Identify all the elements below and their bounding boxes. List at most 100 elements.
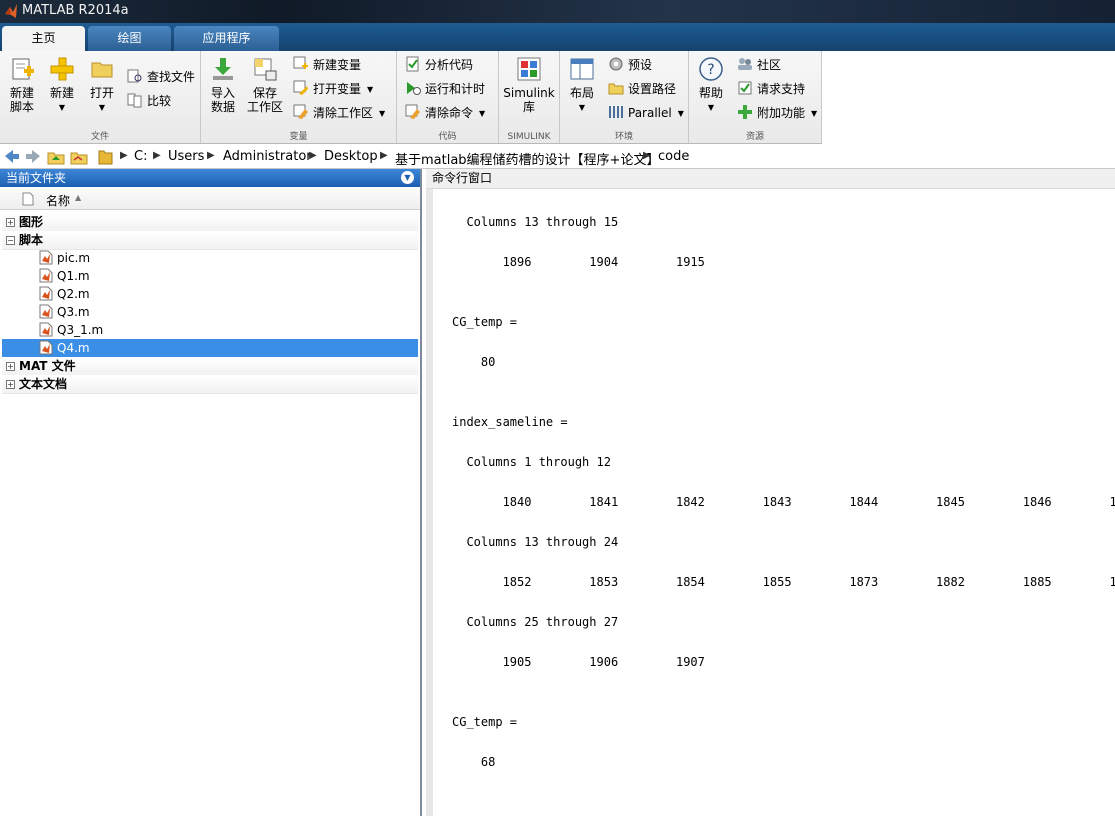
output-line: 1905 1906 1907 bbox=[452, 655, 705, 669]
output-line: CG_temp = bbox=[452, 315, 518, 329]
new-button[interactable]: 新建 ▼ bbox=[46, 56, 78, 115]
breadcrumb-project-folder[interactable]: 基于matlab编程储药槽的设计【程序+论文】 bbox=[395, 149, 659, 168]
breadcrumb-c-drive[interactable]: C: bbox=[134, 149, 147, 164]
clear-commands-icon bbox=[405, 104, 420, 119]
output-line: Columns 25 through 27 bbox=[452, 615, 619, 629]
clear-workspace-button[interactable]: 清除工作区 ▼ bbox=[293, 103, 385, 123]
tab-apps[interactable]: 应用程序 bbox=[174, 26, 279, 51]
parallel-button[interactable]: Parallel ▼ bbox=[608, 103, 684, 123]
parallel-label: Parallel bbox=[628, 106, 672, 120]
set-path-label: 设置路径 bbox=[628, 82, 677, 96]
find-files-icon bbox=[127, 69, 142, 83]
clear-commands-button[interactable]: 清除命令 ▼ bbox=[405, 103, 485, 123]
open-variable-label: 打开变量 bbox=[313, 82, 362, 96]
open-variable-button[interactable]: 打开变量 ▼ bbox=[293, 79, 373, 99]
section-variable: 导入 数据 保存 工作区 新建变量 打开变量 ▼ 清除工作区 ▼ 变量 bbox=[201, 51, 397, 143]
layout-button[interactable]: 布局 ▼ bbox=[566, 56, 598, 115]
breadcrumb-separator: ▶ bbox=[380, 150, 388, 161]
compare-icon bbox=[127, 93, 142, 108]
folder-icon bbox=[91, 62, 113, 78]
m-file-icon bbox=[39, 250, 53, 265]
file-name: Q4.m bbox=[57, 341, 90, 355]
parallel-icon bbox=[609, 106, 623, 118]
open-button[interactable]: 打开 ▼ bbox=[86, 56, 118, 115]
file-row[interactable]: Q3.m bbox=[2, 303, 418, 321]
expand-icon[interactable]: + bbox=[6, 362, 15, 371]
save-workspace-button[interactable]: 保存 工作区 bbox=[247, 56, 283, 114]
back-arrow-icon[interactable] bbox=[3, 148, 21, 165]
set-path-button[interactable]: 设置路径 bbox=[608, 79, 676, 99]
command-window-panel[interactable]: 命令行窗口 Columns 13 through 15 1896 1904 19… bbox=[426, 169, 1115, 816]
panel-actions-chevron-icon[interactable]: ▼ bbox=[401, 171, 414, 184]
new-variable-button[interactable]: 新建变量 bbox=[293, 55, 361, 75]
community-button[interactable]: 社区 bbox=[737, 55, 781, 75]
window-title: MATLAB R2014a bbox=[22, 3, 129, 18]
chevron-down-icon: ▼ bbox=[379, 109, 386, 118]
save-workspace-label: 保存 工作区 bbox=[247, 86, 284, 114]
analyze-code-button[interactable]: 分析代码 bbox=[405, 55, 473, 75]
chevron-down-icon: ▼ bbox=[367, 85, 374, 94]
add-ons-button[interactable]: 附加功能 ▼ bbox=[737, 103, 817, 123]
up-folder-icon[interactable] bbox=[47, 148, 65, 165]
request-support-icon bbox=[738, 81, 752, 95]
command-window-gutter bbox=[426, 189, 433, 816]
column-name-label: 名称 bbox=[46, 194, 71, 208]
collapse-icon[interactable]: − bbox=[6, 236, 15, 245]
section-label-resources: 资源 bbox=[745, 132, 764, 142]
group-scripts[interactable]: − 脚本 bbox=[2, 231, 418, 250]
import-arrow-icon bbox=[213, 58, 233, 80]
file-row[interactable]: Q1.m bbox=[2, 267, 418, 285]
tab-plots[interactable]: 绘图 bbox=[88, 26, 171, 51]
group-text-documents[interactable]: + 文本文档 bbox=[2, 375, 418, 394]
simulink-library-icon bbox=[517, 57, 541, 81]
output-line: 1852 1853 1854 1855 1873 1882 1885 1886 bbox=[452, 575, 1115, 589]
section-environment: 布局 ▼ 预设 设置路径 Parallel ▼ 环境 bbox=[560, 51, 689, 143]
breadcrumb-desktop[interactable]: Desktop bbox=[324, 149, 378, 164]
current-folder-header: 当前文件夹 ▼ bbox=[0, 169, 420, 187]
find-files-button[interactable]: 查找文件 bbox=[127, 67, 195, 87]
run-and-time-button[interactable]: 运行和计时 bbox=[405, 79, 485, 99]
command-window-title: 命令行窗口 bbox=[432, 171, 493, 185]
forward-arrow-icon[interactable] bbox=[24, 148, 42, 165]
address-bar: ▶ C: ▶ Users ▶ Administrator ▶ Desktop ▶… bbox=[0, 145, 1115, 169]
import-data-button[interactable]: 导入 数据 bbox=[207, 56, 239, 114]
request-support-button[interactable]: 请求支持 bbox=[737, 79, 805, 99]
save-workspace-icon bbox=[254, 58, 277, 81]
file-name: Q1.m bbox=[57, 269, 90, 283]
file-name: Q3_1.m bbox=[57, 323, 104, 337]
sort-ascending-icon: ▲ bbox=[75, 193, 82, 202]
breadcrumb-users[interactable]: Users bbox=[168, 149, 204, 164]
breadcrumb-administrator[interactable]: Administrator bbox=[223, 149, 312, 164]
run-and-time-icon bbox=[407, 82, 421, 95]
file-row[interactable]: Q2.m bbox=[2, 285, 418, 303]
file-row[interactable]: pic.m bbox=[2, 249, 418, 267]
preferences-label: 预设 bbox=[628, 58, 653, 72]
tab-home[interactable]: 主页 bbox=[2, 26, 85, 51]
new-script-button[interactable]: 新建 脚本 bbox=[6, 56, 38, 114]
group-mat-files[interactable]: + MAT 文件 bbox=[2, 357, 418, 376]
chevron-down-icon: ▼ bbox=[677, 109, 684, 118]
breadcrumb-code[interactable]: code bbox=[658, 149, 689, 164]
section-label-environment: 环境 bbox=[614, 132, 633, 142]
clear-commands-label: 清除命令 bbox=[425, 106, 474, 120]
expand-icon[interactable]: + bbox=[6, 380, 15, 389]
browse-folder-icon[interactable] bbox=[70, 148, 88, 165]
file-row[interactable]: Q3_1.m bbox=[2, 321, 418, 339]
help-button[interactable]: ? 帮助 ▼ bbox=[695, 56, 727, 115]
expand-icon[interactable]: + bbox=[6, 218, 15, 227]
new-variable-label: 新建变量 bbox=[313, 58, 362, 72]
open-label: 打开 bbox=[89, 86, 114, 100]
compare-button[interactable]: 比较 bbox=[127, 91, 171, 111]
simulink-library-label: Simulink 库 bbox=[503, 86, 555, 114]
chevron-down-icon: ▼ bbox=[578, 103, 586, 112]
file-row-selected[interactable]: Q4.m bbox=[2, 339, 418, 357]
simulink-library-button[interactable]: Simulink 库 bbox=[501, 56, 557, 114]
breadcrumb-separator: ▶ bbox=[207, 150, 215, 161]
output-line: 1840 1841 1842 1843 1844 1845 1846 1847 bbox=[452, 495, 1115, 509]
matlab-logo-icon bbox=[5, 4, 17, 18]
column-header[interactable]: 名称 ▲ bbox=[0, 189, 420, 210]
group-figures[interactable]: + 图形 bbox=[2, 213, 418, 232]
preferences-button[interactable]: 预设 bbox=[608, 55, 652, 75]
help-label: 帮助 bbox=[698, 86, 723, 100]
file-type-column-icon bbox=[22, 192, 34, 206]
